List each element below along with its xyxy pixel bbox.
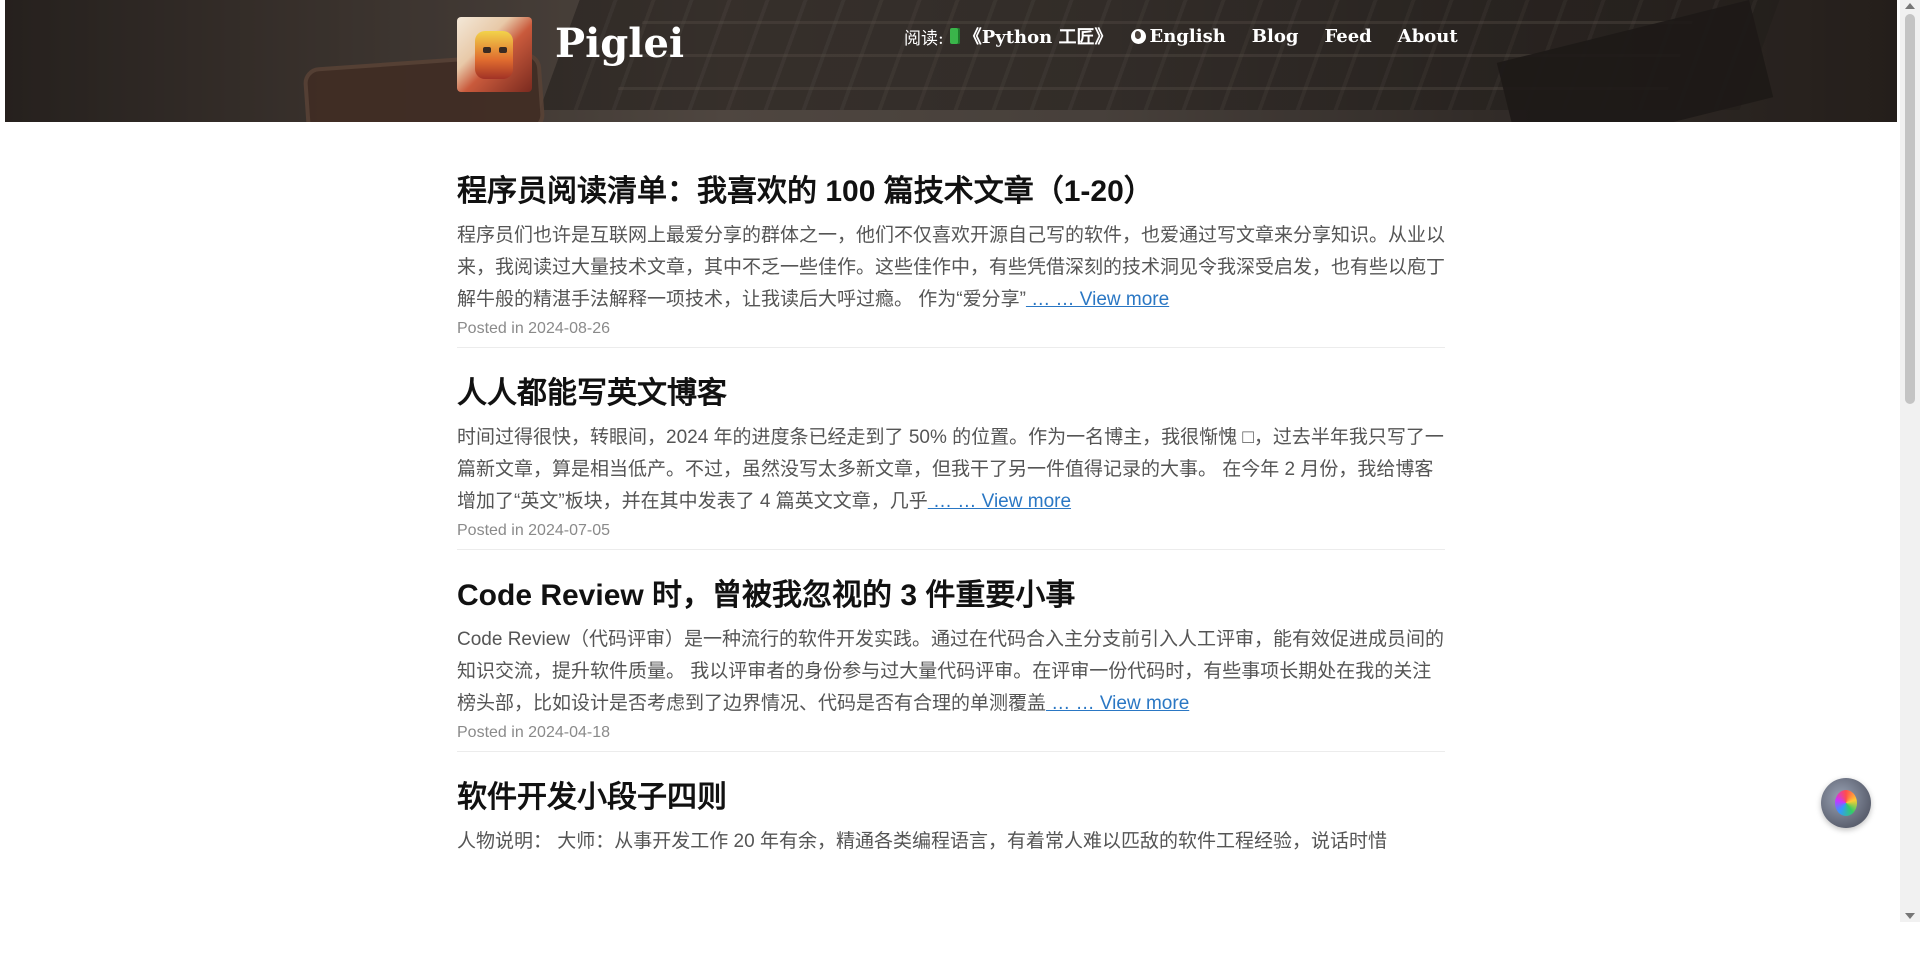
post-excerpt-text: 程序员们也许是互联网上最爱分享的群体之一，他们不仅喜欢开源自己写的软件，也爱通过… [457,225,1446,310]
post-excerpt-text: 人物说明： 大师：从事开发工作 20 年有余，精通各类编程语言，有着常人难以匹敌… [457,831,1387,852]
scroll-down-arrow-icon[interactable] [1905,913,1915,919]
book-icon [949,28,960,44]
view-more-link[interactable]: … … View more [928,491,1071,512]
post-excerpt-text: Code Review（代码评审）是一种流行的软件开发实践。通过在代码合入主分支… [457,629,1445,714]
post-item: 人人都能写英文博客 时间过得很快，转眼间，2024 年的进度条已经走到了 50%… [457,348,1445,550]
logo-eye-left [483,47,491,53]
post-title[interactable]: 软件开发小段子四则 [457,778,1445,818]
post-date: Posted in 2024-07-05 [457,522,610,539]
post-excerpt: 时间过得很快，转眼间，2024 年的进度条已经走到了 50% 的位置。作为一名博… [457,422,1445,518]
python-book-link[interactable]: 《Python 工匠》 [964,23,1113,49]
nav-feed-link[interactable]: Feed [1324,26,1371,47]
post-date: Posted in 2024-04-18 [457,724,610,741]
header-shade [5,0,1897,122]
post-date: Posted in 2024-08-26 [457,320,610,337]
logo-eye-right [499,47,507,53]
site-logo-avatar[interactable] [457,17,532,92]
site-header [5,0,1897,122]
site-title[interactable]: Piglei [555,18,684,70]
post-title[interactable]: 程序员阅读清单：我喜欢的 100 篇技术文章（1-20） [457,172,1445,212]
read-label: 阅读: [904,28,944,49]
vertical-scrollbar[interactable] [1900,0,1920,922]
post-item: Code Review 时，曾被我忽视的 3 件重要小事 Code Review… [457,550,1445,752]
post-excerpt: 人物说明： 大师：从事开发工作 20 年有余，精通各类编程语言，有着常人难以匹敌… [457,826,1445,858]
post-item: 程序员阅读清单：我喜欢的 100 篇技术文章（1-20） 程序员们也许是互联网上… [457,122,1445,348]
nav-english-link[interactable]: English [1150,26,1226,47]
nav-blog-link[interactable]: Blog [1252,26,1299,47]
post-excerpt: Code Review（代码评审）是一种流行的软件开发实践。通过在代码合入主分支… [457,624,1445,720]
view-more-link[interactable]: … … View more [1026,289,1169,310]
scroll-up-arrow-icon[interactable] [1905,3,1915,9]
post-list: 程序员阅读清单：我喜欢的 100 篇技术文章（1-20） 程序员们也许是互联网上… [457,122,1445,953]
post-title[interactable]: 人人都能写英文博客 [457,374,1445,414]
post-excerpt: 程序员们也许是互联网上最爱分享的群体之一，他们不仅喜欢开源自己写的软件，也爱通过… [457,220,1445,316]
post-title[interactable]: Code Review 时，曾被我忽视的 3 件重要小事 [457,576,1445,616]
scrollbar-thumb[interactable] [1905,14,1915,404]
globe-icon [1130,28,1146,44]
post-item: 软件开发小段子四则 人物说明： 大师：从事开发工作 20 年有余，精通各类编程语… [457,752,1445,953]
floating-assistant-button[interactable] [1821,778,1871,828]
nav-about-link[interactable]: About [1398,26,1458,47]
logo-face [475,31,513,79]
main-nav: 阅读: 《Python 工匠》 English Blog Feed About [904,23,1458,49]
view-more-link[interactable]: … … View more [1046,693,1189,714]
assistant-orb-icon [1835,790,1857,816]
